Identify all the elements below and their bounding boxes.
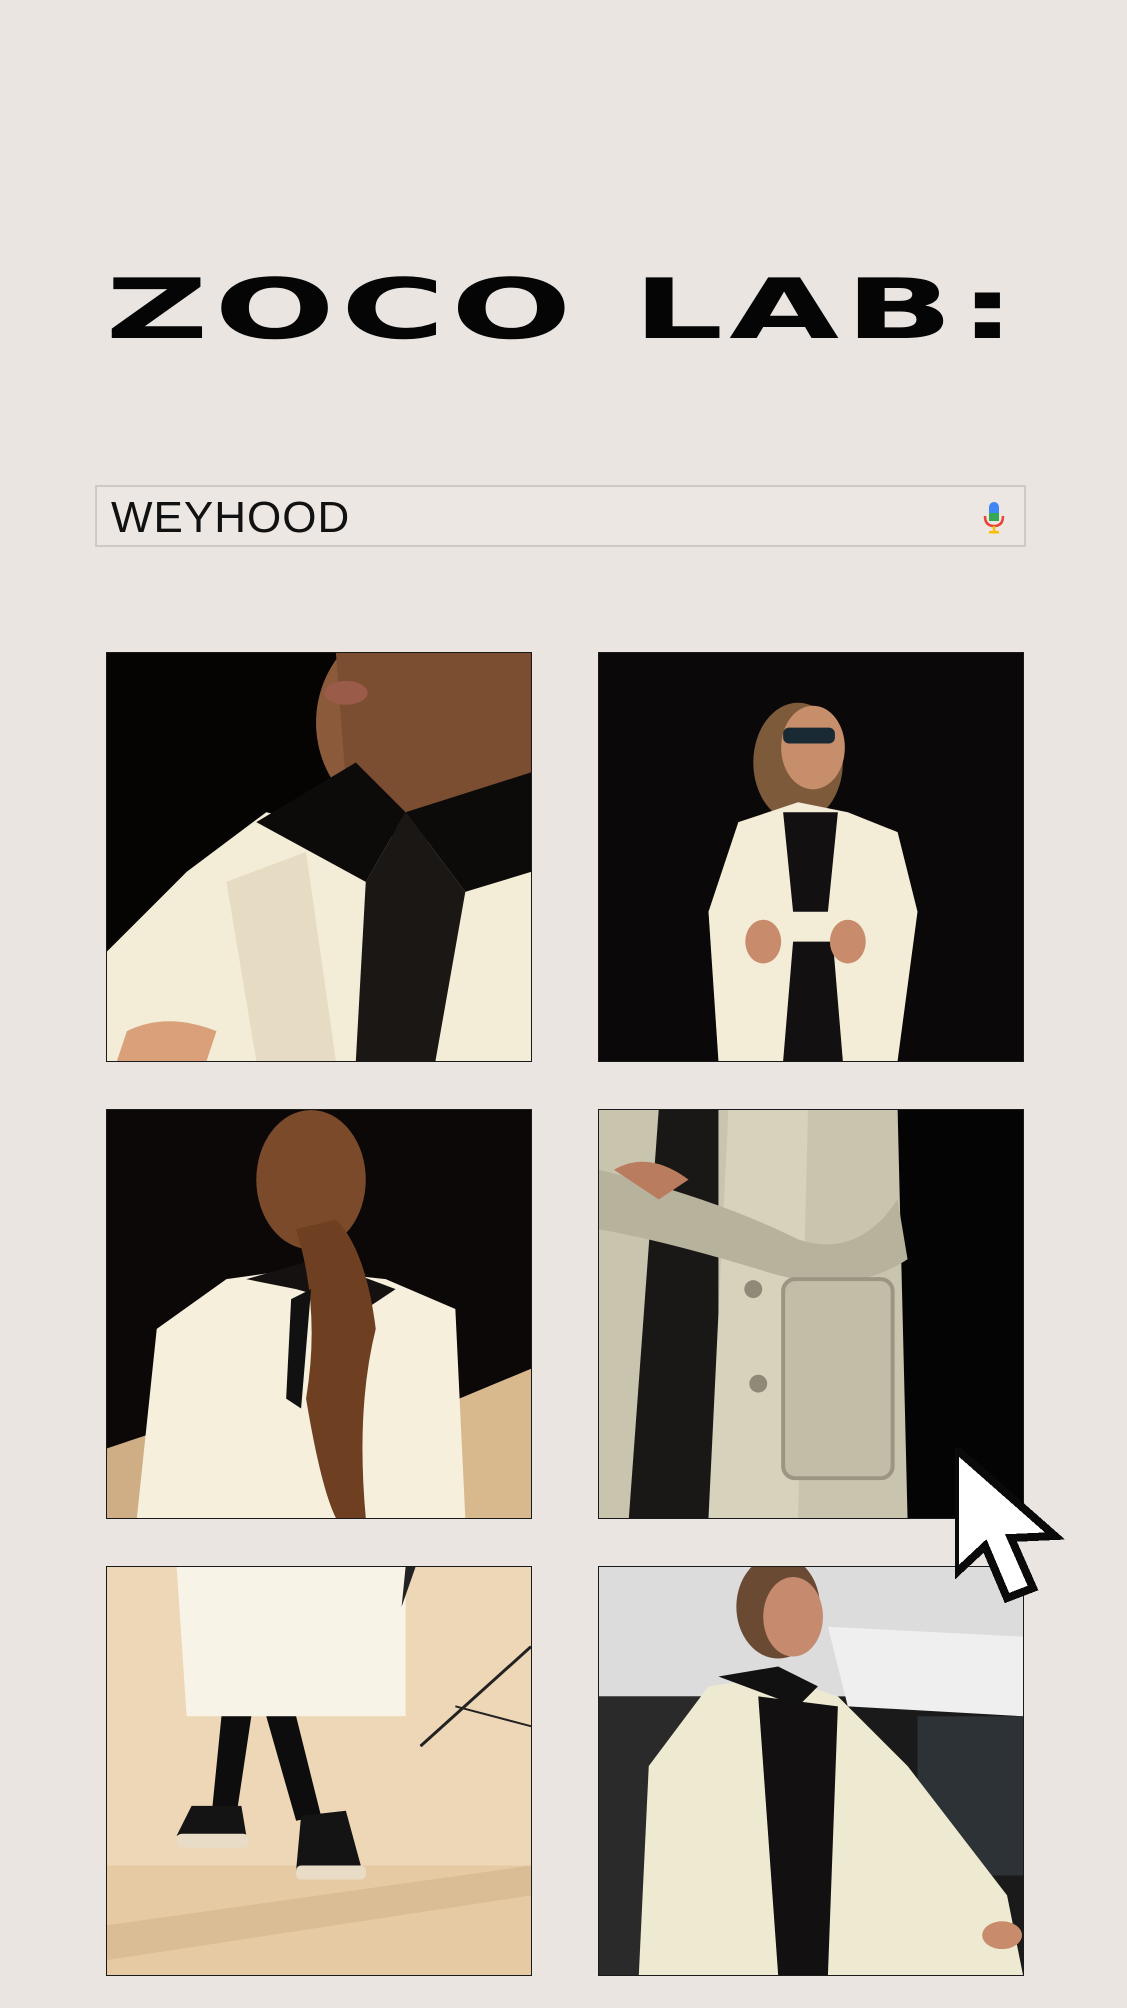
gallery-photo-1[interactable] [106,652,532,1062]
photo-3-image [107,1110,531,1518]
pointer-arrow-icon [955,1448,1066,1604]
photo-1-image [107,653,531,1061]
page-title: ZOCO LAB: [105,261,1022,359]
photo-2-image [599,653,1023,1061]
search-bar[interactable]: WEYHOOD [95,485,1026,547]
page: ZOCO LAB: WEYHOOD [0,0,1127,2008]
search-input[interactable]: WEYHOOD [111,493,350,543]
microphone-icon[interactable] [982,501,1006,535]
gallery-photo-2[interactable] [598,652,1024,1062]
photo-5-image [107,1567,531,1975]
gallery-photo-3[interactable] [106,1109,532,1519]
gallery-photo-5[interactable] [106,1566,532,1976]
gallery-photo-6[interactable] [598,1566,1024,1976]
photo-6-image [599,1567,1023,1975]
